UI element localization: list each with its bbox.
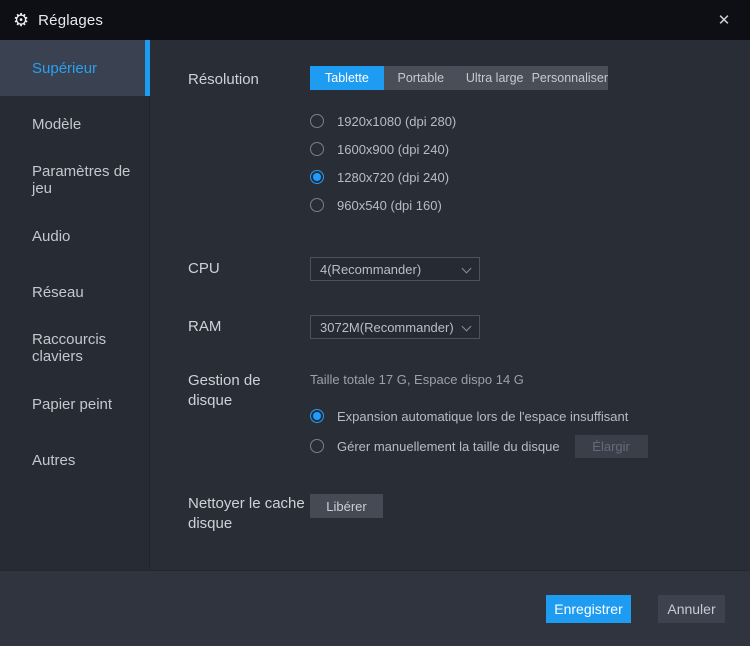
disk-label-line1: Gestion de bbox=[188, 371, 310, 391]
sidebar-item-label: Supérieur bbox=[32, 60, 97, 77]
close-icon[interactable]: ✕ bbox=[711, 0, 737, 40]
radio-icon[interactable] bbox=[310, 198, 324, 212]
ram-label: RAM bbox=[150, 317, 310, 337]
resolution-option-label: 960x540 (dpi 160) bbox=[337, 198, 442, 213]
resolution-option-label: 1280x720 (dpi 240) bbox=[337, 170, 449, 185]
sidebar-item-label: Paramètres de jeu bbox=[32, 163, 149, 197]
radio-icon[interactable] bbox=[310, 114, 324, 128]
cpu-section: CPU 4(Recommander) bbox=[150, 257, 750, 281]
disk-options: Expansion automatique lors de l'espace i… bbox=[310, 402, 648, 460]
disk-section: Gestion de disque Taille totale 17 G, Es… bbox=[150, 371, 750, 460]
cpu-dropdown[interactable]: 4(Recommander) bbox=[310, 257, 480, 281]
sidebar-item-label: Réseau bbox=[32, 284, 84, 301]
ram-dropdown-value: 3072M(Recommander) bbox=[320, 320, 454, 335]
sidebar-item-modele[interactable]: Modèle bbox=[0, 96, 149, 152]
settings-content: Résolution Tablette Portable Ultra large… bbox=[150, 40, 750, 570]
ram-section: RAM 3072M(Recommander) bbox=[150, 315, 750, 339]
window-title: Réglages bbox=[38, 12, 103, 29]
tab-ultra-large[interactable]: Ultra large bbox=[458, 66, 532, 90]
disk-controls: Taille totale 17 G, Espace dispo 14 G Ex… bbox=[310, 371, 648, 460]
resolution-tab-group: Tablette Portable Ultra large Personnali… bbox=[310, 66, 608, 90]
resolution-controls: Tablette Portable Ultra large Personnali… bbox=[310, 66, 608, 219]
disk-option-label: Gérer manuellement la taille du disque bbox=[337, 439, 560, 454]
chevron-down-icon bbox=[462, 264, 472, 274]
main-area: Supérieur Modèle Paramètres de jeu Audio… bbox=[0, 40, 750, 570]
disk-option-label: Expansion automatique lors de l'espace i… bbox=[337, 409, 628, 424]
sidebar-item-label: Papier peint bbox=[32, 396, 112, 413]
sidebar-item-label: Autres bbox=[32, 452, 75, 469]
resolution-option-1600x900[interactable]: 1600x900 (dpi 240) bbox=[310, 135, 608, 163]
free-cache-button[interactable]: Libérer bbox=[310, 494, 383, 518]
cache-label-line2: disque bbox=[188, 514, 310, 534]
resolution-label: Résolution bbox=[150, 66, 310, 219]
disk-info-text: Taille totale 17 G, Espace dispo 14 G bbox=[310, 371, 648, 389]
expand-button[interactable]: Élargir bbox=[575, 435, 648, 458]
radio-icon[interactable] bbox=[310, 142, 324, 156]
cancel-button[interactable]: Annuler bbox=[658, 595, 725, 623]
gear-icon: ⚙ bbox=[13, 11, 29, 29]
cache-section: Nettoyer le cache disque Libérer bbox=[150, 494, 750, 534]
sidebar-item-superieur[interactable]: Supérieur bbox=[0, 40, 149, 96]
resolution-option-label: 1600x900 (dpi 240) bbox=[337, 142, 449, 157]
disk-option-manual[interactable]: Gérer manuellement la taille du disque É… bbox=[310, 432, 648, 460]
sidebar-item-papier-peint[interactable]: Papier peint bbox=[0, 376, 149, 432]
resolution-section: Résolution Tablette Portable Ultra large… bbox=[150, 66, 750, 219]
tab-tablette[interactable]: Tablette bbox=[310, 66, 384, 90]
sidebar-item-label: Audio bbox=[32, 228, 70, 245]
sidebar-item-audio[interactable]: Audio bbox=[0, 208, 149, 264]
resolution-option-960x540[interactable]: 960x540 (dpi 160) bbox=[310, 191, 608, 219]
sidebar: Supérieur Modèle Paramètres de jeu Audio… bbox=[0, 40, 150, 570]
radio-icon[interactable] bbox=[310, 409, 324, 423]
resolution-option-1920x1080[interactable]: 1920x1080 (dpi 280) bbox=[310, 107, 608, 135]
titlebar: ⚙ Réglages ✕ bbox=[0, 0, 750, 40]
chevron-down-icon bbox=[462, 322, 472, 332]
tab-portable[interactable]: Portable bbox=[384, 66, 458, 90]
sidebar-item-label: Raccourcis claviers bbox=[32, 331, 149, 365]
tab-personnaliser[interactable]: Personnaliser bbox=[532, 66, 608, 90]
save-button[interactable]: Enregistrer bbox=[546, 595, 631, 623]
footer: Enregistrer Annuler bbox=[0, 570, 750, 646]
settings-window: ⚙ Réglages ✕ Supérieur Modèle Paramètres… bbox=[0, 0, 750, 646]
cache-label: Nettoyer le cache disque bbox=[150, 494, 310, 534]
radio-icon[interactable] bbox=[310, 439, 324, 453]
disk-label-line2: disque bbox=[188, 391, 310, 411]
resolution-option-label: 1920x1080 (dpi 280) bbox=[337, 114, 456, 129]
sidebar-item-autres[interactable]: Autres bbox=[0, 432, 149, 488]
sidebar-item-reseau[interactable]: Réseau bbox=[0, 264, 149, 320]
disk-option-auto-expand[interactable]: Expansion automatique lors de l'espace i… bbox=[310, 402, 648, 430]
cpu-dropdown-value: 4(Recommander) bbox=[320, 262, 421, 277]
ram-dropdown[interactable]: 3072M(Recommander) bbox=[310, 315, 480, 339]
resolution-options: 1920x1080 (dpi 280) 1600x900 (dpi 240) 1… bbox=[310, 107, 608, 219]
sidebar-item-label: Modèle bbox=[32, 116, 81, 133]
cache-controls: Libérer bbox=[310, 494, 383, 534]
radio-icon[interactable] bbox=[310, 170, 324, 184]
sidebar-item-raccourcis-claviers[interactable]: Raccourcis claviers bbox=[0, 320, 149, 376]
disk-label: Gestion de disque bbox=[150, 371, 310, 460]
cache-label-line1: Nettoyer le cache bbox=[188, 494, 310, 514]
cpu-label: CPU bbox=[150, 259, 310, 279]
sidebar-item-parametres-de-jeu[interactable]: Paramètres de jeu bbox=[0, 152, 149, 208]
resolution-option-1280x720[interactable]: 1280x720 (dpi 240) bbox=[310, 163, 608, 191]
